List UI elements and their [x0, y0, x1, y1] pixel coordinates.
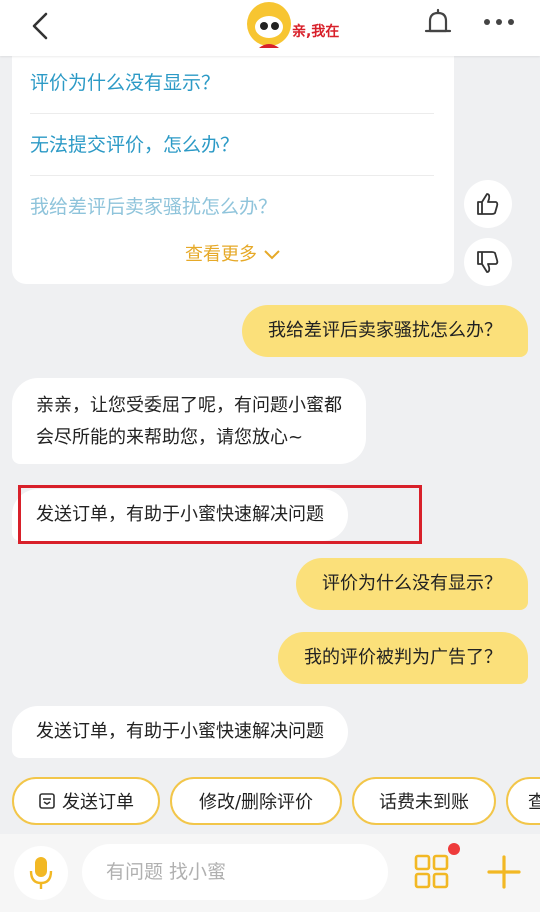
quick-reply-label: 发送订单: [62, 792, 134, 813]
add-button[interactable]: [484, 852, 524, 892]
user-message: 我的评价被判为广告了？: [278, 632, 528, 684]
logo: 亲,我在: [245, 0, 345, 52]
logo-text: 亲,我在: [292, 23, 339, 40]
plus-icon: [487, 855, 521, 889]
quick-reply-label: 查: [528, 792, 540, 813]
order-icon: [38, 792, 56, 810]
mascot-logo-icon: 亲,我在: [247, 2, 339, 48]
more-button[interactable]: [482, 12, 516, 32]
back-button[interactable]: [26, 10, 56, 42]
voice-button[interactable]: [14, 846, 68, 900]
highlight-box: [18, 485, 422, 544]
quick-reply-label: 话费未到账: [379, 792, 469, 813]
thumbs-down-icon: [477, 251, 499, 273]
bot-message-line: 会尽所能的来帮助您，请您放心~: [36, 427, 304, 448]
thumbs-up-icon: [477, 193, 499, 215]
quick-reply-send-order[interactable]: 发送订单: [12, 777, 160, 825]
user-message: 评价为什么没有显示？: [296, 558, 528, 610]
see-more-button[interactable]: 查看更多: [12, 240, 454, 266]
bell-icon: [424, 8, 452, 33]
bot-message: 亲亲，让您受委屈了呢，有问题小蜜都 会尽所能的来帮助您，请您放心~: [12, 378, 366, 464]
input-bar: 有问题 找小蜜: [0, 834, 540, 912]
chevron-down-icon: [263, 245, 281, 266]
grid-icon: [414, 854, 449, 889]
notification-button[interactable]: [421, 6, 455, 40]
faq-item[interactable]: 无法提交评价，怎么办？: [30, 114, 434, 176]
quick-reply-label: 修改/删除评价: [198, 792, 314, 813]
notification-dot: [448, 843, 460, 855]
see-more-label: 查看更多: [185, 244, 257, 265]
quick-reply-edit-review[interactable]: 修改/删除评价: [170, 777, 342, 825]
mic-icon: [29, 857, 53, 889]
menu-grid-button[interactable]: [412, 852, 452, 892]
quick-reply-bar: 发送订单 修改/删除评价 话费未到账 查: [0, 775, 540, 829]
back-arrow-icon: [32, 12, 48, 40]
more-dots-icon: [484, 19, 514, 25]
message-input[interactable]: 有问题 找小蜜: [82, 844, 388, 900]
faq-item[interactable]: 我给差评后卖家骚扰怎么办？: [30, 176, 434, 238]
top-bar: 亲,我在: [0, 0, 540, 56]
user-message: 我给差评后卖家骚扰怎么办？: [242, 305, 528, 357]
thumbs-down-button[interactable]: [464, 238, 512, 286]
faq-card: 评价为什么没有显示？ 无法提交评价，怎么办？ 我给差评后卖家骚扰怎么办？ 查看更…: [12, 40, 454, 284]
quick-reply-phone-fee[interactable]: 话费未到账: [352, 777, 496, 825]
bot-message-line: 亲亲，让您受委屈了呢，有问题小蜜都: [36, 395, 342, 416]
quick-reply-more[interactable]: 查: [506, 777, 540, 825]
thumbs-up-button[interactable]: [464, 180, 512, 228]
bot-message: 发送订单，有助于小蜜快速解决问题: [12, 706, 348, 758]
faq-item[interactable]: 评价为什么没有显示？: [30, 52, 434, 114]
